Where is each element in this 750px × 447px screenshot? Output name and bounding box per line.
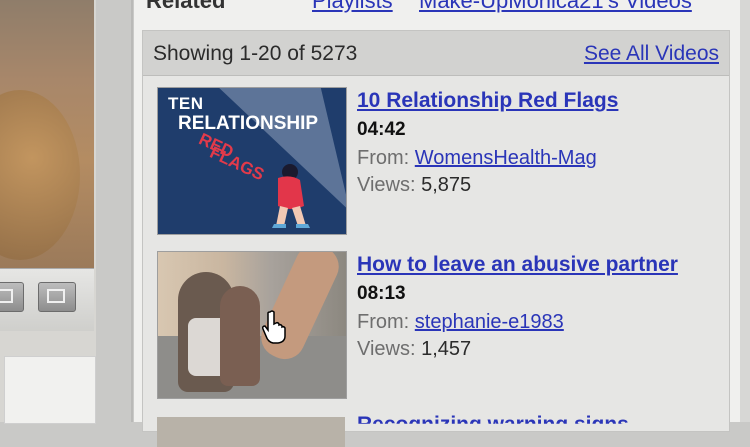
video-title-link[interactable]: 10 Relationship Red Flags <box>357 89 618 113</box>
person-graphic <box>220 286 260 386</box>
views-label: Views: <box>357 174 416 196</box>
see-all-videos-link[interactable]: See All Videos <box>584 42 719 66</box>
tab-bar: Related Playlists Make-UpMonica21's Vide… <box>134 0 750 14</box>
window-icon <box>0 289 13 303</box>
uploader-link[interactable]: stephanie-e1983 <box>415 311 564 333</box>
sitting-person-illustration <box>272 164 310 228</box>
hand-cursor-icon <box>262 310 286 344</box>
video-duration: 04:42 <box>357 119 406 140</box>
tab-playlists[interactable]: Playlists <box>312 0 393 14</box>
views-label: Views: <box>357 338 416 360</box>
fullscreen-icon <box>47 289 65 303</box>
video-duration: 08:13 <box>357 283 406 304</box>
video-title-link[interactable]: Recognizing warning signs <box>357 413 629 424</box>
column-divider <box>131 0 133 422</box>
views-count: 1,457 <box>421 338 472 360</box>
uploader-link[interactable]: WomensHealth-Mag <box>415 147 597 169</box>
results-count: Showing 1-20 of 5273 <box>153 42 358 65</box>
video-views: Views: 5,875 <box>357 174 471 197</box>
video-thumbnail[interactable]: TEN RELATIONSHIP RED FLAGS <box>157 87 347 235</box>
player-size-button[interactable] <box>0 282 24 312</box>
thumb-text: TEN <box>168 94 204 113</box>
list-item: How to leave an abusive partner 08:13 Fr… <box>157 251 727 401</box>
from-label: From: <box>357 311 410 333</box>
video-from: From: WomensHealth-Mag <box>357 147 597 170</box>
results-list: Showing 1-20 of 5273 See All Videos TEN … <box>142 30 730 447</box>
video-player-screen[interactable] <box>0 0 94 268</box>
player-fullscreen-button[interactable] <box>38 282 76 312</box>
video-from: From: stephanie-e1983 <box>357 311 564 334</box>
player-info-box <box>4 356 96 424</box>
thumb-text: RELATIONSHIP <box>178 113 319 134</box>
list-item: TEN RELATIONSHIP RED FLAGS 10 Relationsh… <box>157 87 727 237</box>
related-panel: Related Playlists Make-UpMonica21's Vide… <box>134 0 750 447</box>
tab-channel-videos[interactable]: Make-UpMonica21's Videos <box>419 0 692 14</box>
from-label: From: <box>357 147 410 169</box>
video-thumbnail[interactable] <box>157 251 347 399</box>
video-title-link[interactable]: How to leave an abusive partner <box>357 253 678 277</box>
video-player-panel <box>0 0 96 424</box>
results-header: Showing 1-20 of 5273 See All Videos <box>143 31 729 76</box>
views-count: 5,875 <box>421 174 472 196</box>
tab-related[interactable]: Related <box>146 0 225 14</box>
scrollbar-track[interactable] <box>740 0 750 422</box>
video-views: Views: 1,457 <box>357 338 471 361</box>
